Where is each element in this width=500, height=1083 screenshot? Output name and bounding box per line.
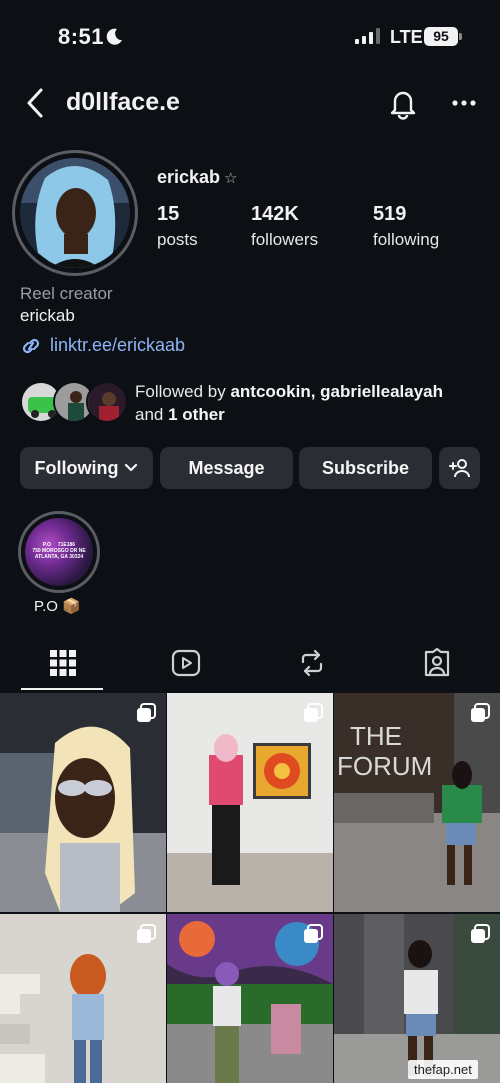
status-time: 8:51 <box>58 24 105 49</box>
multiple-posts-icon <box>304 703 323 722</box>
highlight-image[interactable]: P.O 71E186 750 MOROSGO DR NE ATLANTA, GA… <box>25 518 93 586</box>
grid-post[interactable] <box>167 914 333 1083</box>
watermark: thefap.net <box>408 1060 478 1079</box>
followers-count: 142K <box>251 203 299 225</box>
following-label: following <box>373 230 440 249</box>
followed-by-others: 1 other <box>168 405 225 424</box>
grid-post[interactable] <box>167 693 333 912</box>
highlight-image-text: P.O 71E186 750 MOROSGO DR NE ATLANTA, GA… <box>32 542 86 560</box>
network-label: LTE <box>390 27 423 47</box>
stat-followers[interactable]: 142K followers <box>251 203 318 250</box>
followed-by-names: antcookin, gabriellealayah <box>230 382 444 401</box>
multiple-posts-icon <box>304 924 323 943</box>
subscribe-button-label: Subscribe <box>321 457 410 478</box>
multiple-posts-icon <box>137 924 156 943</box>
following-button[interactable]: Following <box>20 447 153 489</box>
following-button-label: Following <box>34 457 119 478</box>
follower-avatar[interactable] <box>86 381 128 423</box>
bio-link[interactable]: linktr.ee/erickaab <box>50 335 185 356</box>
status-bar: 8:51 LTE 95 <box>0 0 500 70</box>
followed-by-prefix: Followed by <box>135 382 231 401</box>
grid-post[interactable] <box>0 693 166 912</box>
posts-label: posts <box>157 230 198 249</box>
multiple-posts-icon <box>471 924 490 943</box>
page-title: d0llface.e <box>66 88 180 116</box>
profile-username: erickab <box>157 167 221 187</box>
more-options-icon[interactable] <box>448 90 480 116</box>
profile-category: Reel creator <box>20 284 113 303</box>
star-icon: ☆ <box>224 170 238 187</box>
posts-count: 15 <box>157 203 180 225</box>
play-icon[interactable] <box>171 648 201 678</box>
multiple-posts-icon <box>137 703 156 722</box>
signal-icon <box>355 28 380 44</box>
followers-label: followers <box>251 230 319 249</box>
posts-grid: THE FORUM <box>0 693 500 1083</box>
bell-icon[interactable] <box>386 86 420 120</box>
tagged-person-icon[interactable] <box>422 648 452 678</box>
grid-post[interactable] <box>0 914 166 1083</box>
bio-name: erickab <box>20 306 75 325</box>
battery-indicator: 95 <box>424 27 458 46</box>
add-user-button[interactable] <box>439 447 480 489</box>
repost-icon[interactable] <box>297 648 327 678</box>
multiple-posts-icon <box>471 703 490 722</box>
message-button-label: Message <box>188 457 265 478</box>
link-icon <box>22 338 40 354</box>
stat-following[interactable]: 519 following <box>373 203 439 250</box>
grid-icon[interactable] <box>48 648 78 678</box>
active-tab-indicator <box>21 688 103 690</box>
followed-by-text[interactable]: Followed by antcookin, gabriellealayah a… <box>135 380 495 426</box>
subscribe-button[interactable]: Subscribe <box>299 447 432 489</box>
avatar[interactable] <box>20 158 130 268</box>
battery-tip <box>459 33 462 40</box>
grid-post[interactable]: THE FORUM <box>334 693 500 912</box>
followed-by-joiner: and <box>135 405 169 424</box>
message-button[interactable]: Message <box>160 447 293 489</box>
add-person-icon <box>448 459 470 478</box>
chevron-down-icon <box>125 463 138 472</box>
back-chevron-icon[interactable] <box>24 86 46 120</box>
grid-post[interactable] <box>334 914 500 1083</box>
moon-icon <box>106 28 122 45</box>
following-count: 519 <box>373 203 407 225</box>
highlight-label[interactable]: P.O 📦 <box>34 597 81 615</box>
stat-posts[interactable]: 15 posts <box>157 203 198 250</box>
